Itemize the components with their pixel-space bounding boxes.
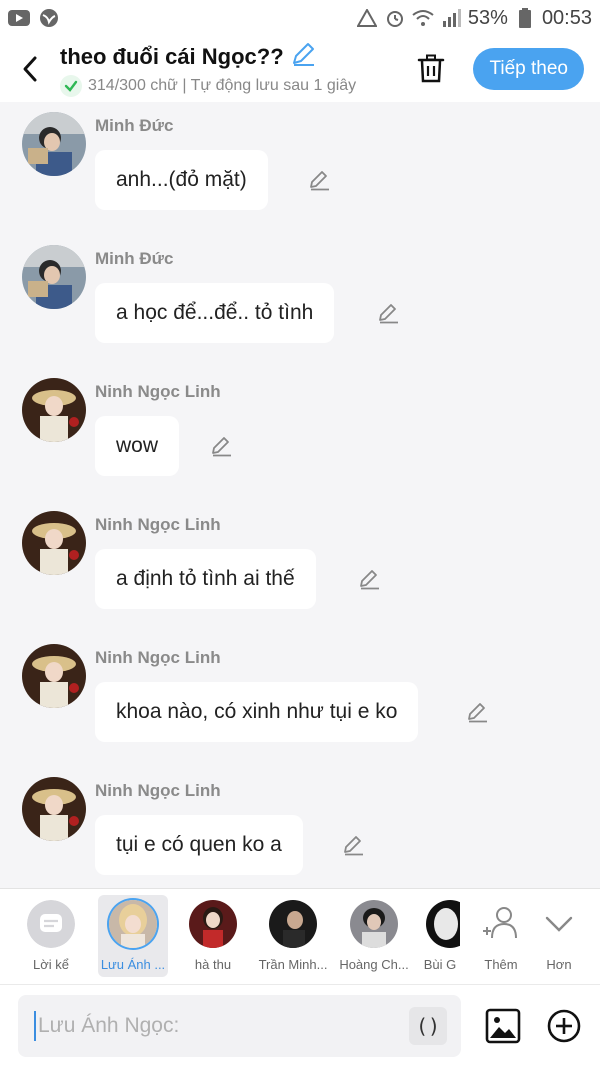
avatar bbox=[269, 900, 317, 948]
message-text: khoa nào, có xinh như tụi e ko bbox=[116, 700, 398, 723]
chat-area[interactable]: Minh Đức anh...(đỏ mặt) Minh Đức a học đ… bbox=[0, 102, 600, 888]
pencil-icon[interactable] bbox=[466, 701, 488, 723]
back-button[interactable] bbox=[0, 39, 60, 99]
editor-header: theo đuổi cái Ngọc?? 314/300 chữ | Tự độ… bbox=[0, 36, 600, 102]
character-ha-thu[interactable]: hà thu bbox=[178, 895, 248, 977]
pencil-icon[interactable] bbox=[342, 834, 364, 856]
image-icon bbox=[485, 1008, 521, 1044]
story-title: theo đuổi cái Ngọc?? bbox=[60, 43, 284, 69]
avatar bbox=[426, 900, 460, 948]
add-user-icon bbox=[477, 900, 525, 948]
character-strip: Lời kể Lưu Ánh ... hà thu Trần Minh... H… bbox=[0, 888, 600, 984]
speaker-name: Minh Đức bbox=[95, 249, 174, 268]
parentheses-button[interactable]: () bbox=[409, 1007, 447, 1045]
battery-icon bbox=[514, 8, 536, 28]
speaker-name: Ninh Ngọc Linh bbox=[95, 382, 221, 401]
message-row: Ninh Ngọc Linh wow bbox=[0, 368, 600, 501]
clock-time: 00:53 bbox=[541, 6, 592, 29]
message-bubble[interactable]: wow bbox=[95, 416, 180, 476]
message-bubble[interactable]: tụi e có quen ko a bbox=[95, 815, 303, 875]
pencil-icon[interactable] bbox=[210, 435, 232, 457]
message-text: tụi e có quen ko a bbox=[116, 833, 282, 856]
message-bubble[interactable]: a định tỏ tình ai thế bbox=[95, 549, 316, 609]
message-bubble[interactable]: anh...(đỏ mặt) bbox=[95, 150, 268, 210]
character-label: hà thu bbox=[194, 957, 232, 972]
image-button[interactable] bbox=[484, 1007, 522, 1045]
delete-button[interactable] bbox=[411, 49, 451, 89]
narrator-icon bbox=[27, 900, 75, 948]
avatar bbox=[109, 900, 157, 948]
add-button[interactable] bbox=[545, 1007, 583, 1045]
message-row: Ninh Ngọc Linh khoa nào, có xinh như tụi… bbox=[0, 634, 600, 767]
character-tran-minh[interactable]: Trần Minh... bbox=[258, 895, 328, 977]
message-row: Minh Đức anh...(đỏ mặt) bbox=[0, 102, 600, 235]
autosave-status: 314/300 chữ | Tự động lưu sau 1 giây bbox=[88, 77, 357, 94]
next-button[interactable]: Tiếp theo bbox=[473, 48, 584, 90]
chevron-left-icon bbox=[23, 56, 37, 82]
message-row: Ninh Ngọc Linh a định tỏ tình ai thế bbox=[0, 501, 600, 634]
trash-icon bbox=[418, 54, 445, 83]
pencil-icon[interactable] bbox=[377, 302, 399, 324]
avatar[interactable] bbox=[22, 378, 86, 442]
pencil-icon bbox=[292, 43, 314, 66]
input-bar: Lưu Ánh Ngọc: () bbox=[0, 984, 600, 1067]
signal-icon bbox=[440, 9, 462, 27]
avatar bbox=[189, 900, 237, 948]
avatar bbox=[350, 900, 398, 948]
character-label: Hơn bbox=[546, 957, 572, 972]
character-narrator[interactable]: Lời kể bbox=[16, 895, 86, 977]
message-row: Ninh Ngọc Linh tụi e có quen ko a bbox=[0, 767, 600, 888]
avatar[interactable] bbox=[22, 245, 86, 309]
avatar[interactable] bbox=[22, 644, 86, 708]
message-bubble[interactable]: a học để...để.. tỏ tình bbox=[95, 283, 335, 343]
message-text: wow bbox=[116, 434, 159, 457]
message-row: Minh Đức a học để...để.. tỏ tình bbox=[0, 235, 600, 368]
avatar[interactable] bbox=[22, 112, 86, 176]
pencil-icon[interactable] bbox=[308, 169, 330, 191]
message-bubble[interactable]: khoa nào, có xinh như tụi e ko bbox=[95, 682, 419, 742]
character-label: Trần Minh... bbox=[258, 957, 328, 972]
pencil-icon[interactable] bbox=[358, 568, 380, 590]
character-label: Lời kể bbox=[33, 957, 69, 972]
character-label: Bùi G bbox=[423, 957, 457, 972]
plus-circle-icon bbox=[547, 1009, 581, 1043]
check-icon bbox=[60, 75, 82, 97]
input-placeholder: Lưu Ánh Ngọc: bbox=[38, 1014, 180, 1037]
youtube-icon bbox=[8, 9, 30, 27]
recycle-icon bbox=[356, 9, 378, 27]
character-bui-g[interactable]: Bùi G bbox=[420, 895, 460, 977]
message-text: a định tỏ tình ai thế bbox=[116, 567, 295, 590]
battery-percent: 53% bbox=[467, 6, 508, 29]
text-caret bbox=[34, 1011, 36, 1041]
speaker-name: Minh Đức bbox=[95, 116, 174, 135]
title-area: theo đuổi cái Ngọc?? 314/300 chữ | Tự độ… bbox=[60, 41, 411, 97]
character-label: Hoàng Ch... bbox=[339, 957, 409, 972]
edit-title-button[interactable] bbox=[290, 41, 316, 72]
more-button[interactable]: Hơn bbox=[524, 895, 594, 977]
character-label: Lưu Ánh ... bbox=[100, 957, 166, 972]
wifi-icon bbox=[412, 9, 434, 27]
speaker-name: Ninh Ngọc Linh bbox=[95, 781, 221, 800]
avatar[interactable] bbox=[22, 511, 86, 575]
alarm-icon bbox=[384, 9, 406, 27]
character-hoang-ch[interactable]: Hoàng Ch... bbox=[339, 895, 409, 977]
message-text: anh...(đỏ mặt) bbox=[116, 168, 247, 191]
message-text: a học để...để.. tỏ tình bbox=[116, 301, 314, 324]
browser-icon bbox=[38, 9, 60, 27]
speaker-name: Ninh Ngọc Linh bbox=[95, 515, 221, 534]
chevron-down-icon bbox=[535, 900, 583, 948]
character-luu-anh[interactable]: Lưu Ánh ... bbox=[98, 895, 168, 977]
status-bar: 53% 00:53 bbox=[0, 0, 600, 36]
speaker-name: Ninh Ngọc Linh bbox=[95, 648, 221, 667]
avatar[interactable] bbox=[22, 777, 86, 841]
message-input[interactable]: Lưu Ánh Ngọc: () bbox=[18, 995, 461, 1057]
